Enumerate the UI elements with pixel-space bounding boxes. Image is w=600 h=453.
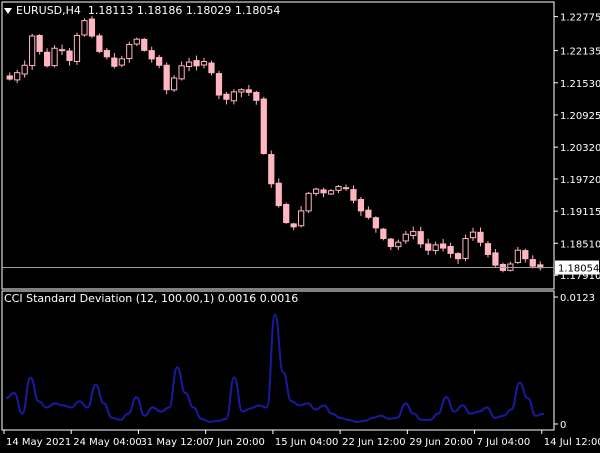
candle-body [275, 182, 282, 207]
candle-body [185, 61, 193, 68]
candle-body [260, 98, 267, 154]
chart-canvas[interactable]: 1.22775 1.22135 1.21530 1.20925 1.20320 1.197… [0, 0, 600, 450]
candle-body [305, 192, 312, 212]
candle-body [529, 259, 536, 267]
price-chart-header: EURUSD,H4 1.18113 1.18186 1.18029 1.1805… [4, 4, 280, 17]
candle-body [96, 35, 103, 52]
candle-body [133, 38, 140, 45]
price-tick-label: 1.19115 [560, 207, 600, 218]
ohlc-values: 1.18113 1.18186 1.18029 1.18054 [87, 4, 281, 17]
indicator-tick-label: 0 [560, 420, 566, 431]
price-tick-label: 1.19720 [560, 175, 600, 186]
indicator-header: CCI Standard Deviation (12, 100.00,1) 0.… [4, 292, 299, 305]
candle-body [223, 93, 230, 100]
price-tick-label: 1.20925 [560, 111, 600, 122]
candle-body [387, 238, 394, 247]
indicator-tick-label: 0.0123 [560, 293, 595, 304]
candle-body [81, 20, 88, 36]
time-tick-label: 14 May 2021 [6, 437, 71, 448]
time-tick-label: 7 Jun 20:00 [208, 437, 265, 448]
candle-body [230, 91, 238, 102]
candle-body [432, 244, 439, 251]
candle-body [193, 60, 200, 67]
candle-body [410, 231, 417, 236]
candle-body [6, 75, 13, 80]
candle-body [365, 209, 372, 218]
candle-body [298, 210, 305, 227]
candle-body [492, 252, 499, 266]
candle-body [372, 217, 379, 229]
candle-body [440, 243, 447, 249]
candle-body [425, 243, 432, 251]
candle-body [51, 47, 58, 67]
time-tick-label: 29 Jun 20:00 [409, 437, 473, 448]
candle-body [484, 243, 492, 255]
price-tick-label: 1.22775 [560, 13, 600, 24]
candle-body [320, 189, 327, 194]
candle-body [290, 223, 297, 228]
candle-body [88, 18, 96, 37]
candle-body [103, 50, 110, 58]
candle-body [342, 187, 350, 190]
candle-body [208, 62, 215, 74]
candle-body [514, 249, 521, 264]
candle-body [380, 228, 387, 240]
candle-body [454, 253, 462, 260]
price-tick-label: 1.18510 [560, 239, 600, 250]
current-price-label: 1.18054 [558, 264, 599, 275]
candle-body [253, 91, 260, 101]
candle-body [477, 231, 484, 243]
candle-body [200, 61, 208, 66]
candle-body [462, 238, 469, 260]
price-tick-label: 1.21530 [560, 79, 600, 90]
candle-body [522, 250, 529, 260]
triangle-down-icon [4, 8, 12, 14]
mt4-chart-window[interactable]: 1.22775 1.22135 1.21530 1.20925 1.20320 1.197… [0, 0, 600, 450]
time-tick-label: 15 Jun 04:00 [275, 437, 339, 448]
candle-body [36, 35, 43, 52]
candle-body [357, 198, 365, 212]
candle-body [178, 65, 185, 80]
candle-body [402, 233, 409, 242]
candle-body [126, 44, 133, 60]
candle-body [21, 64, 28, 75]
candle-body [73, 34, 81, 62]
time-tick-label: 14 Jul 12:00 [544, 437, 600, 448]
candle-body [58, 49, 66, 52]
candle-body [66, 50, 73, 61]
time-tick-label: 31 May 12:00 [140, 437, 209, 448]
candle-body [395, 241, 402, 248]
candle-body [350, 189, 357, 201]
candle-body [215, 73, 223, 96]
candle-body [245, 89, 252, 93]
time-tick-label: 24 May 04:00 [73, 437, 142, 448]
candle-body [171, 77, 178, 91]
candle-body [238, 89, 245, 93]
candle-body [327, 190, 335, 195]
candle-body [141, 38, 148, 51]
candle-body [447, 246, 454, 254]
candle-body [312, 188, 320, 194]
candle-body [118, 58, 125, 66]
candle-body [14, 72, 21, 81]
candle-body [335, 185, 342, 191]
candle-body [163, 64, 170, 91]
candle-body [268, 154, 275, 185]
price-tick-label: 1.20320 [560, 143, 600, 154]
candle-body [156, 56, 163, 66]
candle-body [469, 231, 477, 239]
candle-body [43, 51, 51, 67]
price-tick-label: 1.22135 [560, 47, 600, 58]
candle-body [283, 204, 290, 224]
candle-body [29, 35, 36, 67]
candle-body [417, 231, 424, 245]
candle-body [111, 57, 118, 67]
symbol-label: EURUSD,H4 [16, 4, 81, 17]
time-tick-label: 22 Jun 12:00 [342, 437, 406, 448]
time-tick-label: 7 Jul 04:00 [477, 437, 531, 448]
candle-body [148, 50, 155, 60]
